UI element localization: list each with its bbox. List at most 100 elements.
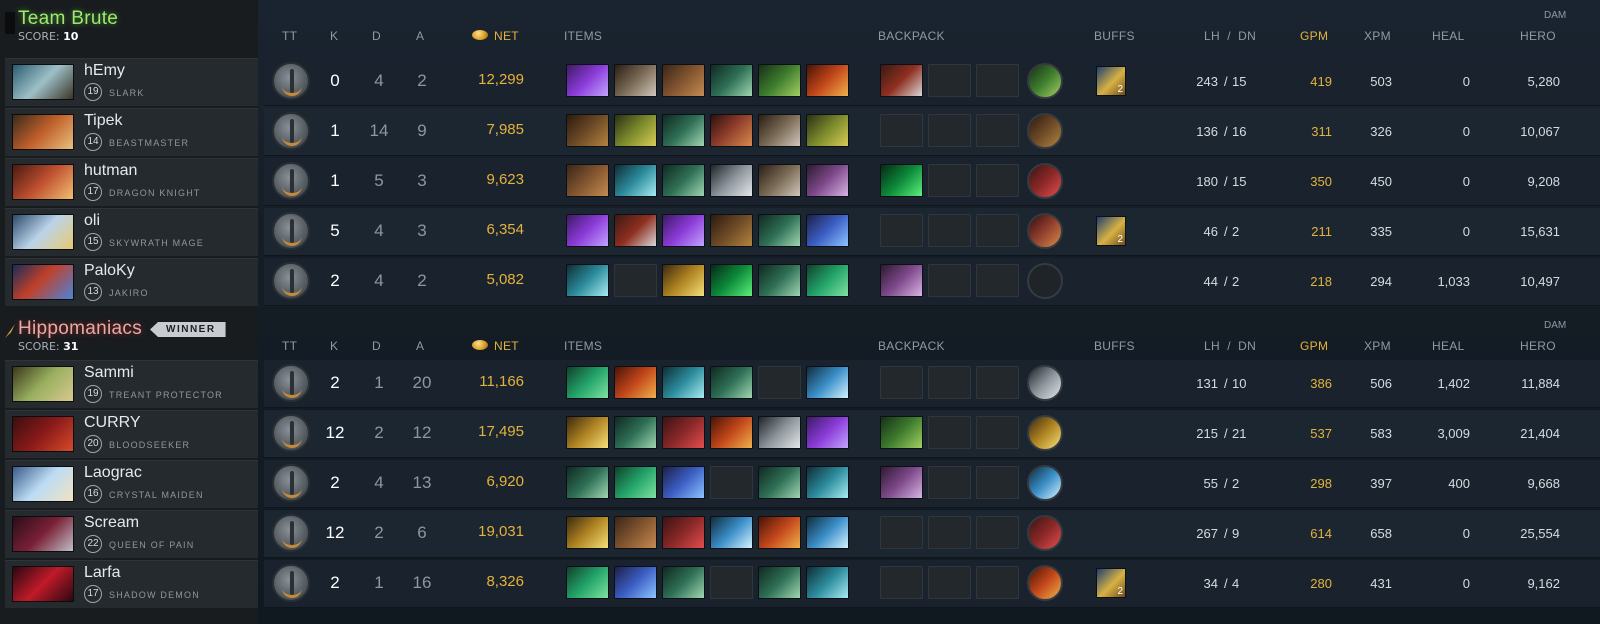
hero-portrait[interactable] [12, 214, 74, 250]
inventory-item-icon[interactable] [662, 164, 705, 197]
hero-portrait[interactable] [12, 366, 74, 402]
inventory-item-icon[interactable] [710, 516, 753, 549]
neutral-item-icon[interactable] [1027, 163, 1063, 199]
empty-item-slot[interactable] [710, 566, 753, 599]
inventory-item-icon[interactable] [710, 416, 753, 449]
talent-tree-icon[interactable] [272, 62, 310, 100]
neutral-item-icon[interactable] [1027, 415, 1063, 451]
player-name[interactable]: hEmy [84, 62, 125, 80]
hero-portrait[interactable] [12, 264, 74, 300]
inventory-item-icon[interactable] [758, 64, 801, 97]
inventory-item-icon[interactable] [566, 64, 609, 97]
inventory-item-icon[interactable] [614, 214, 657, 247]
empty-backpack-slot[interactable] [928, 114, 971, 147]
header-k[interactable]: K [330, 339, 338, 353]
empty-backpack-slot[interactable] [976, 516, 1019, 549]
inventory-item-icon[interactable] [566, 114, 609, 147]
player-card[interactable]: hEmy 19 SLARK [5, 58, 258, 106]
neutral-item-icon[interactable] [1027, 465, 1063, 501]
player-card[interactable]: hutman 17 DRAGON KNIGHT [5, 158, 258, 206]
inventory-item-icon[interactable] [566, 466, 609, 499]
header-d[interactable]: D [372, 339, 381, 353]
hero-portrait[interactable] [12, 64, 74, 100]
header-net[interactable]: NET [494, 29, 519, 43]
player-card[interactable]: Scream 22 QUEEN OF PAIN [5, 510, 258, 558]
inventory-item-icon[interactable] [566, 516, 609, 549]
empty-backpack-slot[interactable] [880, 516, 923, 549]
talent-tree-icon[interactable] [272, 564, 310, 602]
inventory-item-icon[interactable] [662, 516, 705, 549]
empty-backpack-slot[interactable] [976, 264, 1019, 297]
inventory-item-icon[interactable] [614, 516, 657, 549]
empty-backpack-slot[interactable] [928, 466, 971, 499]
header-xpm[interactable]: XPM [1364, 29, 1391, 43]
neutral-item-icon[interactable] [1027, 515, 1063, 551]
inventory-item-icon[interactable] [710, 214, 753, 247]
empty-backpack-slot[interactable] [976, 64, 1019, 97]
player-name[interactable]: Tipek [84, 112, 123, 130]
inventory-item-icon[interactable] [758, 466, 801, 499]
header-lh-dn[interactable]: LH / DN [1204, 339, 1256, 353]
player-card[interactable]: Sammi 19 TREANT PROTECTOR [5, 360, 258, 408]
talent-tree-icon[interactable] [272, 262, 310, 300]
inventory-item-icon[interactable] [758, 416, 801, 449]
hero-portrait[interactable] [12, 566, 74, 602]
player-name[interactable]: Laograc [84, 464, 142, 482]
inventory-item-icon[interactable] [566, 264, 609, 297]
neutral-item-icon[interactable] [1027, 63, 1063, 99]
header-items[interactable]: ITEMS [564, 29, 602, 43]
player-card[interactable]: PaloKy 13 JAKIRO [5, 258, 258, 306]
header-heal[interactable]: HEAL [1432, 339, 1465, 353]
buff-icon[interactable]: 2 [1096, 66, 1126, 96]
inventory-item-icon[interactable] [662, 64, 705, 97]
hero-portrait[interactable] [12, 164, 74, 200]
inventory-item-icon[interactable] [806, 416, 849, 449]
player-name[interactable]: Larfa [84, 564, 120, 582]
buff-icon[interactable]: 2 [1096, 216, 1126, 246]
inventory-item-icon[interactable] [710, 164, 753, 197]
empty-backpack-slot[interactable] [880, 214, 923, 247]
header-a[interactable]: A [416, 339, 424, 353]
empty-item-slot[interactable] [614, 264, 657, 297]
talent-tree-icon[interactable] [272, 514, 310, 552]
inventory-item-icon[interactable] [614, 64, 657, 97]
inventory-item-icon[interactable] [566, 214, 609, 247]
inventory-item-icon[interactable] [614, 366, 657, 399]
header-xpm[interactable]: XPM [1364, 339, 1391, 353]
backpack-item-icon[interactable] [880, 64, 923, 97]
inventory-item-icon[interactable] [758, 516, 801, 549]
inventory-item-icon[interactable] [758, 114, 801, 147]
empty-backpack-slot[interactable] [880, 566, 923, 599]
inventory-item-icon[interactable] [710, 64, 753, 97]
inventory-item-icon[interactable] [662, 114, 705, 147]
empty-backpack-slot[interactable] [880, 114, 923, 147]
player-name[interactable]: hutman [84, 162, 137, 180]
empty-item-slot[interactable] [758, 366, 801, 399]
empty-backpack-slot[interactable] [976, 366, 1019, 399]
inventory-item-icon[interactable] [806, 466, 849, 499]
backpack-item-icon[interactable] [880, 466, 923, 499]
header-gpm[interactable]: GPM [1300, 339, 1328, 353]
backpack-item-icon[interactable] [880, 264, 923, 297]
inventory-item-icon[interactable] [806, 366, 849, 399]
empty-backpack-slot[interactable] [928, 164, 971, 197]
empty-backpack-slot[interactable] [928, 366, 971, 399]
inventory-item-icon[interactable] [758, 264, 801, 297]
inventory-item-icon[interactable] [662, 466, 705, 499]
inventory-item-icon[interactable] [614, 416, 657, 449]
header-heal[interactable]: HEAL [1432, 29, 1465, 43]
inventory-item-icon[interactable] [614, 566, 657, 599]
player-name[interactable]: Sammi [84, 364, 134, 382]
hero-portrait[interactable] [12, 466, 74, 502]
empty-backpack-slot[interactable] [928, 214, 971, 247]
neutral-item-icon[interactable] [1027, 565, 1063, 601]
backpack-item-icon[interactable] [880, 164, 923, 197]
empty-item-slot[interactable] [710, 466, 753, 499]
inventory-item-icon[interactable] [566, 566, 609, 599]
inventory-item-icon[interactable] [614, 164, 657, 197]
inventory-item-icon[interactable] [662, 366, 705, 399]
neutral-item-icon[interactable] [1027, 213, 1063, 249]
empty-backpack-slot[interactable] [928, 516, 971, 549]
inventory-item-icon[interactable] [566, 164, 609, 197]
header-buffs[interactable]: BUFFS [1094, 29, 1135, 43]
